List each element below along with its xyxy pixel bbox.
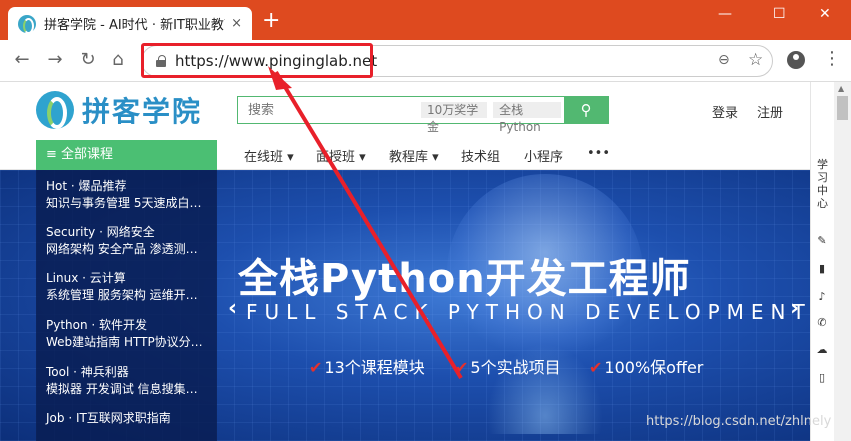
nav-tech-group[interactable]: 技术组 [461,146,500,165]
feature-projects: ✔ 5个实战项目 [455,354,561,378]
feature-text: 13个课程模块 [324,358,425,377]
feature-text: 5个实战项目 [470,358,561,377]
category-job[interactable]: Job · IT互联网求职指南 [46,410,171,427]
nav-online-class[interactable]: 在线班 ▾ [244,146,294,165]
category-subitems: 知识与事务管理 5天速成白… [46,196,202,210]
search-tag-python[interactable]: 全栈Python [493,102,562,134]
feature-modules: ✔ 13个课程模块 [309,354,425,378]
tab-title: 拼客学院 - AI时代 · 新IT职业教育 [44,18,226,33]
learning-center-link[interactable]: 学习中心 [817,158,829,210]
category-tool[interactable]: Tool · 神兵利器 模拟器 开发调试 信息搜集… [46,364,198,398]
banner-subline: FULL STACK PYTHON DEVELOPMENT [246,300,812,324]
back-icon[interactable]: ← [10,49,34,70]
home-icon[interactable]: ⌂ [106,49,130,70]
check-icon: ✔ [455,358,469,377]
category-title: Python · 软件开发 [46,318,148,332]
category-title: Job · IT互联网求职指南 [46,411,171,425]
check-icon: ✔ [309,358,323,377]
reload-icon[interactable]: ↻ [76,49,100,70]
phone-icon[interactable]: ✆ [816,316,828,329]
category-title: Hot · 爆品推荐 [46,179,127,193]
watermark-text: https://blog.csdn.net/zhlnely [646,414,832,429]
scroll-up-icon[interactable]: ▲ [838,84,844,93]
wechat-icon[interactable]: ☁ [816,343,828,356]
window-close-icon[interactable]: ✕ [819,6,831,22]
browser-menu-icon[interactable]: ⋮ [823,48,841,69]
nav-mini-program[interactable]: 小程序 [524,146,563,165]
mobile-icon[interactable]: ▯ [816,371,828,384]
edit-icon[interactable]: ✎ [816,234,828,247]
logo-text: 拼客学院 [82,95,203,128]
course-category-menu: Hot · 爆品推荐 知识与事务管理 5天速成白… Security · 网络安… [36,170,217,441]
floating-sidebar: 学习中心 ✎ ▮ ♪ ✆ ☁ ▯ [810,82,834,441]
site-favicon-icon [18,14,36,34]
feature-offer: ✔ 100%保offer [589,354,703,378]
search-input[interactable] [238,97,418,123]
zoom-icon[interactable]: ⊖ [718,52,730,68]
category-subitems: Web建站指南 HTTP协议分… [46,335,203,349]
category-security[interactable]: Security · 网络安全 网络架构 安全产品 渗透测… [46,224,198,258]
banner-headline: 全栈Python开发工程师 [238,256,691,302]
category-subitems: 系统管理 服务架构 运维开… [46,288,198,302]
category-subitems: 网络架构 安全产品 渗透测… [46,242,198,256]
nav-tutorials[interactable]: 教程库 ▾ [389,146,439,165]
url-highlight-annotation [141,43,373,78]
scrollbar-thumb[interactable] [837,96,848,120]
minimize-icon[interactable]: — [718,6,732,22]
maximize-icon[interactable]: ☐ [773,6,786,22]
search-tag-scholarship[interactable]: 10万奖学金 [421,102,488,134]
browser-titlebar: 拼客学院 - AI时代 · 新IT职业教育 × + — ☐ ✕ [0,0,851,40]
browser-tab[interactable]: 拼客学院 - AI时代 · 新IT职业教育 × [8,7,252,40]
nav-offline-class[interactable]: 面授班 ▾ [316,146,366,165]
feature-text: 100%保offer [604,358,704,377]
register-link[interactable]: 注册 [757,102,783,121]
profile-icon[interactable] [787,51,805,69]
book-icon[interactable]: ▮ [816,262,828,275]
bell-icon[interactable]: ♪ [816,290,828,303]
forward-icon[interactable]: → [43,49,67,70]
category-title: Security · 网络安全 [46,225,155,239]
banner-prev-icon[interactable]: ‹ [228,296,237,321]
website-viewport: 拼客学院 10万奖学金 全栈Python ⚲ 登录 注册 ≡ 全部课程 在线班 … [0,82,834,441]
site-nav: ≡ 全部课程 在线班 ▾ 面授班 ▾ 教程库 ▾ 技术组 小程序 ••• [0,140,834,170]
site-logo[interactable]: 拼客学院 [36,90,202,130]
nav-more[interactable]: ••• [587,146,610,161]
login-link[interactable]: 登录 [712,102,738,121]
browser-toolbar: ← → ↻ ⌂ https://www.pinginglab.net ⊖ ☆ ⋮ [0,40,851,82]
category-hot[interactable]: Hot · 爆品推荐 知识与事务管理 5天速成白… [46,178,201,212]
banner-next-icon[interactable]: › [790,296,799,321]
logo-mark-icon [36,91,74,129]
category-python[interactable]: Python · 软件开发 Web建站指南 HTTP协议分… [46,317,203,351]
category-title: Tool · 神兵利器 [46,365,129,379]
category-subitems: 模拟器 开发调试 信息搜集… [46,382,198,396]
new-tab-button[interactable]: + [262,10,280,32]
check-icon: ✔ [589,358,603,377]
category-linux[interactable]: Linux · 云计算 系统管理 服务架构 运维开… [46,270,198,304]
category-title: Linux · 云计算 [46,271,126,285]
site-search: 10万奖学金 全栈Python ⚲ [237,96,609,134]
page-scrollbar[interactable]: ▲ [834,82,851,441]
bookmark-star-icon[interactable]: ☆ [748,50,763,70]
tab-close-icon[interactable]: × [231,16,242,31]
search-button[interactable]: ⚲ [564,97,608,123]
all-courses-button[interactable]: ≡ 全部课程 [36,140,217,170]
